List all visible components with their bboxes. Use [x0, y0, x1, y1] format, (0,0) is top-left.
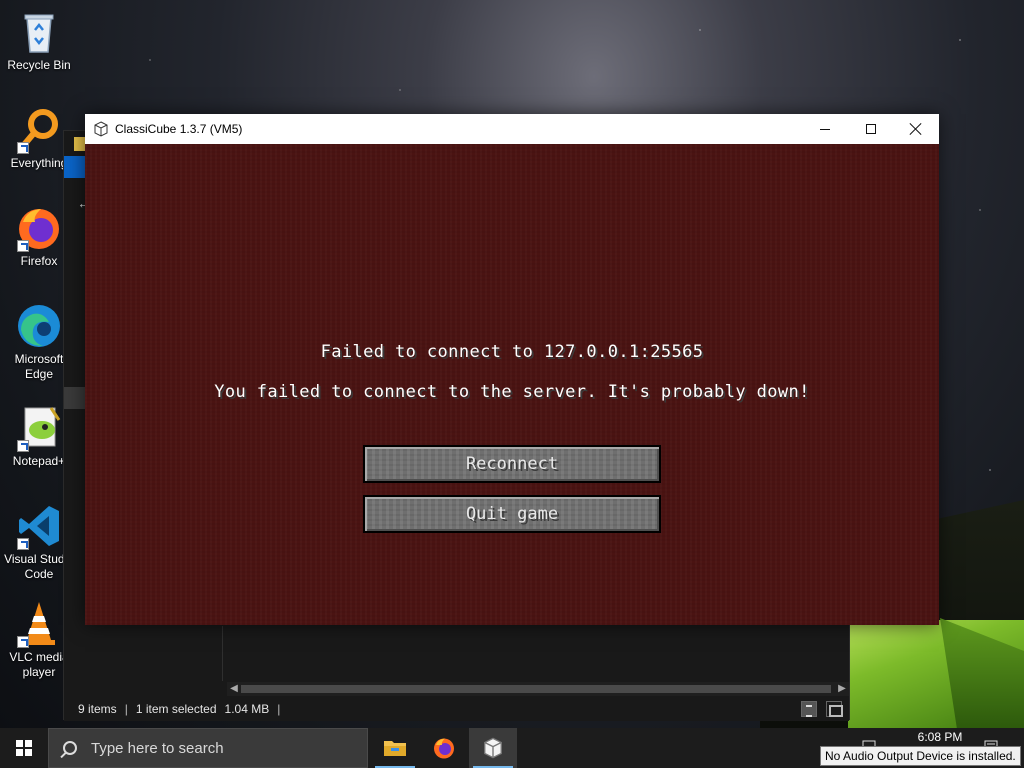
- scroll-right-icon[interactable]: ▶: [835, 682, 849, 696]
- status-separator: |: [124, 702, 128, 716]
- pane-divider: [222, 626, 223, 681]
- minimize-button[interactable]: [802, 114, 848, 144]
- desktop-icon-label: Microsoft Edge: [14, 352, 64, 381]
- notepad-plus-icon: [15, 404, 63, 452]
- desktop-icon-label: Everything: [10, 156, 68, 170]
- firefox-icon: [15, 204, 63, 252]
- recycle-bin-icon: [15, 8, 63, 56]
- shortcut-arrow-icon: [17, 636, 29, 648]
- windows-logo-icon: [16, 740, 32, 756]
- navigation-pane-item[interactable]: [64, 387, 86, 409]
- details-view-button[interactable]: [801, 701, 817, 717]
- shortcut-arrow-icon: [17, 538, 29, 550]
- explorer-status-bar: 9 items | 1 item selected 1.04 MB |: [64, 697, 849, 721]
- shortcut-arrow-icon: [17, 240, 29, 252]
- file-explorer-icon: [384, 741, 406, 756]
- vscode-icon: [15, 502, 63, 550]
- search-placeholder: Type here to search: [91, 739, 224, 757]
- desktop-icon-label: Firefox: [20, 254, 58, 268]
- desktop-icon-label: Recycle Bin: [7, 58, 71, 72]
- taskbar-file-explorer[interactable]: [371, 728, 419, 768]
- close-button[interactable]: [893, 114, 939, 144]
- game-viewport[interactable]: Failed to connect to 127.0.0.1:25565 You…: [85, 144, 939, 625]
- minimize-icon: [820, 128, 830, 130]
- reconnect-button[interactable]: Reconnect: [363, 445, 661, 483]
- large-icons-view-button[interactable]: [826, 701, 843, 717]
- audio-tooltip: No Audio Output Device is installed.: [820, 746, 1021, 766]
- edge-icon: [15, 302, 63, 350]
- taskbar-classicube[interactable]: [469, 728, 517, 768]
- horizontal-scrollbar[interactable]: ◀ ▶: [227, 682, 849, 696]
- navigation-pane-selection[interactable]: [64, 156, 86, 178]
- desktop-icon-label: Notepad+: [12, 454, 66, 468]
- status-selected-size: 1.04 MB: [224, 702, 270, 716]
- start-button[interactable]: [0, 728, 48, 768]
- desktop-icon-label: VLC media player: [9, 650, 69, 679]
- status-separator: |: [277, 702, 281, 716]
- error-message: You failed to connect to the server. It'…: [214, 382, 810, 402]
- search-icon: [63, 741, 77, 755]
- quit-game-button[interactable]: Quit game: [363, 495, 661, 533]
- system-clock[interactable]: 6:08 PM: [905, 730, 975, 744]
- window-titlebar[interactable]: ClassiCube 1.3.7 (VM5): [85, 114, 939, 144]
- vlc-icon: [15, 600, 63, 648]
- status-selected-count: 1 item selected: [135, 702, 217, 716]
- taskbar-search-box[interactable]: Type here to search: [48, 728, 368, 768]
- shortcut-arrow-icon: [17, 440, 29, 452]
- classicube-app-icon: [93, 121, 109, 137]
- close-icon: [910, 123, 922, 135]
- window-title: ClassiCube 1.3.7 (VM5): [115, 122, 243, 136]
- desktop-icon-recycle-bin[interactable]: Recycle Bin: [0, 8, 78, 73]
- classicube-app-icon: [484, 737, 502, 759]
- maximize-button[interactable]: [848, 114, 894, 144]
- status-item-count: 9 items: [78, 702, 117, 716]
- shortcut-arrow-icon: [17, 142, 29, 154]
- scroll-left-icon[interactable]: ◀: [227, 682, 241, 696]
- scrollbar-thumb[interactable]: [241, 685, 831, 693]
- firefox-icon: [434, 738, 454, 759]
- taskbar-firefox[interactable]: [420, 728, 468, 768]
- maximize-icon: [866, 124, 876, 134]
- everything-icon: [15, 106, 63, 154]
- classicube-window[interactable]: ClassiCube 1.3.7 (VM5) Failed to connect…: [85, 114, 939, 625]
- error-title: Failed to connect to 127.0.0.1:25565: [320, 342, 704, 362]
